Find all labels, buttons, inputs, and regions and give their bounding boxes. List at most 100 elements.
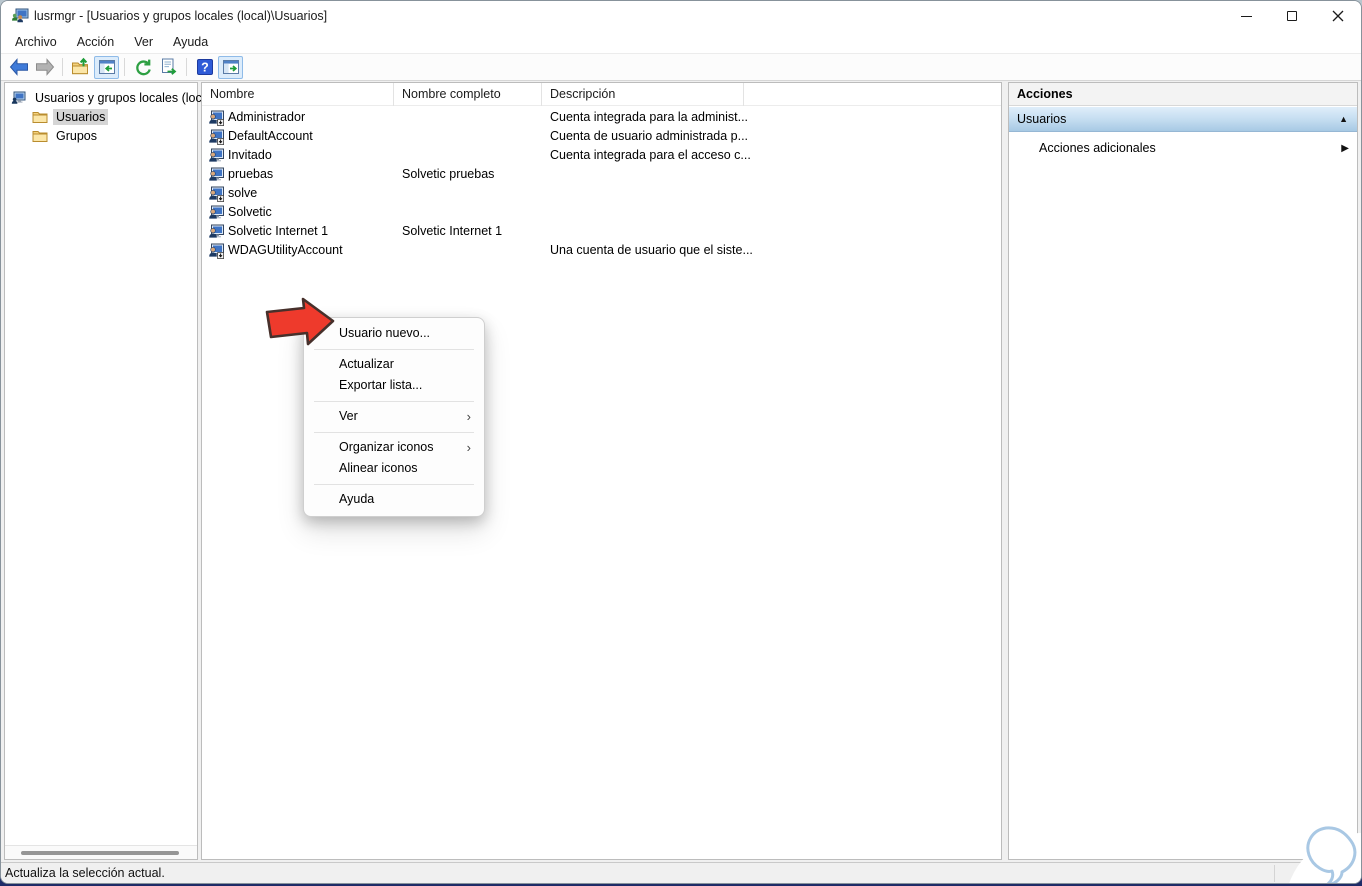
menu-separator (314, 401, 474, 402)
toolbar: ? (1, 54, 1361, 81)
scrollbar-thumb[interactable] (21, 851, 179, 855)
list-rows: Administrador Cuenta integrada para la ad… (202, 108, 1001, 260)
user-name: pruebas (228, 167, 274, 181)
user-name: Invitado (228, 148, 272, 162)
menu-accion[interactable]: Acción (67, 32, 125, 52)
user-disabled-icon (208, 243, 225, 259)
menu-ver[interactable]: Ver (124, 32, 163, 52)
window-title: lusrmgr - [Usuarios y grupos locales (lo… (34, 9, 328, 23)
menu-bar: Archivo Acción Ver Ayuda (1, 31, 1361, 54)
up-one-level-icon[interactable] (68, 56, 93, 79)
list-header: Nombre Nombre completo Descripción (202, 83, 1001, 106)
actions-item-acciones-adicionales[interactable]: Acciones adicionales ▶ (1009, 138, 1357, 159)
table-row[interactable]: Administrador Cuenta integrada para la ad… (202, 108, 1001, 127)
user-full-name (394, 127, 542, 146)
sidebar-item-grupos[interactable]: Grupos (5, 126, 197, 145)
table-row[interactable]: Solvetic (202, 203, 1001, 222)
table-row[interactable]: solve (202, 184, 1001, 203)
user-full-name: Solvetic pruebas (402, 167, 495, 181)
forward-icon[interactable] (32, 56, 57, 79)
submenu-arrow-icon: ▶ (1341, 143, 1349, 154)
status-text: Actualiza la selección actual. (5, 866, 165, 880)
menu-separator (314, 349, 474, 350)
actions-panel: Acciones Usuarios ▲ Acciones adicionales… (1008, 82, 1358, 860)
user-full-name (394, 108, 542, 127)
back-icon[interactable] (6, 56, 31, 79)
desktop-edge (1, 883, 1361, 884)
table-row[interactable]: DefaultAccount Cuenta de usuario administ… (202, 127, 1001, 146)
menu-separator (314, 432, 474, 433)
table-row[interactable]: Solvetic Internet 1 Solvetic Internet 1 (202, 222, 1001, 241)
column-header-nombre[interactable]: Nombre (202, 83, 394, 106)
tree-horizontal-scrollbar[interactable] (5, 845, 197, 859)
user-name: Administrador (228, 110, 306, 124)
menu-item-label: Exportar lista... (339, 378, 423, 392)
maximize-icon (1287, 11, 1297, 21)
minimize-button[interactable] (1223, 1, 1269, 31)
app-icon (11, 8, 29, 24)
user-description (542, 203, 982, 222)
user-disabled-icon (208, 110, 225, 126)
context-menu-item-ver[interactable]: Ver › (304, 406, 484, 427)
refresh-icon[interactable] (130, 56, 155, 79)
menu-item-label: Actualizar (339, 357, 394, 371)
context-menu-item-organizar-iconos[interactable]: Organizar iconos › (304, 437, 484, 458)
user-full-name: Solvetic Internet 1 (402, 224, 503, 238)
user-full-name (394, 241, 542, 260)
user-icon (208, 224, 224, 240)
toggle-action-pane-icon[interactable] (218, 55, 243, 79)
user-description (542, 222, 982, 241)
menu-archivo[interactable]: Archivo (5, 32, 67, 52)
close-icon (1332, 10, 1344, 22)
sidebar-item-usuarios[interactable]: Usuarios (5, 107, 197, 126)
console-tree-panel: Usuarios y grupos locales (local) Usuari… (4, 82, 216, 860)
tree-item-label: Usuarios (53, 108, 109, 125)
submenu-chevron-icon: › (466, 440, 471, 455)
user-description: Cuenta integrada para el acceso c... (550, 148, 751, 162)
user-full-name (394, 203, 542, 222)
context-menu-item-exportar-lista[interactable]: Exportar lista... (304, 375, 484, 396)
table-row[interactable]: pruebas Solvetic pruebas (202, 165, 1001, 184)
user-full-name (394, 184, 542, 203)
context-menu-item-alinear-iconos[interactable]: Alinear iconos (304, 458, 484, 479)
table-row[interactable]: WDAGUtilityAccount Una cuenta de usuario … (202, 241, 1001, 260)
help-icon[interactable]: ? (192, 56, 217, 79)
user-name: WDAGUtilityAccount (228, 243, 343, 257)
user-description: Una cuenta de usuario que el siste... (550, 243, 753, 257)
maximize-button[interactable] (1269, 1, 1315, 31)
user-description (542, 165, 982, 184)
user-name: Solvetic (228, 205, 272, 219)
menu-ayuda[interactable]: Ayuda (163, 32, 218, 52)
column-header-descripcion[interactable]: Descripción (542, 83, 744, 106)
menu-item-label: Ayuda (339, 492, 375, 506)
user-disabled-icon (208, 186, 225, 202)
tree-children: Usuarios Grupos (5, 107, 197, 145)
context-menu-item-ayuda[interactable]: Ayuda (304, 489, 484, 510)
user-icon (208, 205, 224, 221)
red-pointer-arrow (264, 297, 336, 356)
toolbar-separator (186, 58, 187, 76)
user-disabled-icon (208, 129, 225, 145)
export-list-icon[interactable] (156, 56, 181, 79)
menu-item-label: Ver (339, 409, 358, 423)
toolbar-separator (62, 58, 63, 76)
tree-item-label: Grupos (56, 128, 97, 143)
menu-item-label: Organizar iconos (339, 440, 434, 454)
menu-item-label: Alinear iconos (339, 461, 418, 475)
folder-icon (32, 109, 48, 125)
column-header-nombre-completo[interactable]: Nombre completo (394, 83, 542, 106)
user-description: Cuenta integrada para la administ... (550, 110, 749, 124)
minimize-icon (1240, 15, 1252, 17)
context-menu-item-actualizar[interactable]: Actualizar (304, 354, 484, 375)
collapse-icon[interactable]: ▲ (1339, 107, 1348, 132)
close-button[interactable] (1315, 1, 1361, 31)
table-row[interactable]: Invitado Cuenta integrada para el acceso … (202, 146, 1001, 165)
toggle-console-tree-icon[interactable] (94, 55, 119, 79)
actions-panel-title: Acciones (1009, 83, 1357, 106)
submenu-chevron-icon: › (466, 409, 471, 424)
app-window: lusrmgr - [Usuarios y grupos locales (lo… (0, 0, 1362, 884)
actions-group-usuarios[interactable]: Usuarios ▲ (1009, 106, 1357, 132)
actions-item-label: Acciones adicionales (1039, 141, 1156, 155)
tree-root-usuarios-y-grupos-locales[interactable]: Usuarios y grupos locales (local) (5, 88, 216, 107)
svg-text:?: ? (201, 61, 209, 75)
